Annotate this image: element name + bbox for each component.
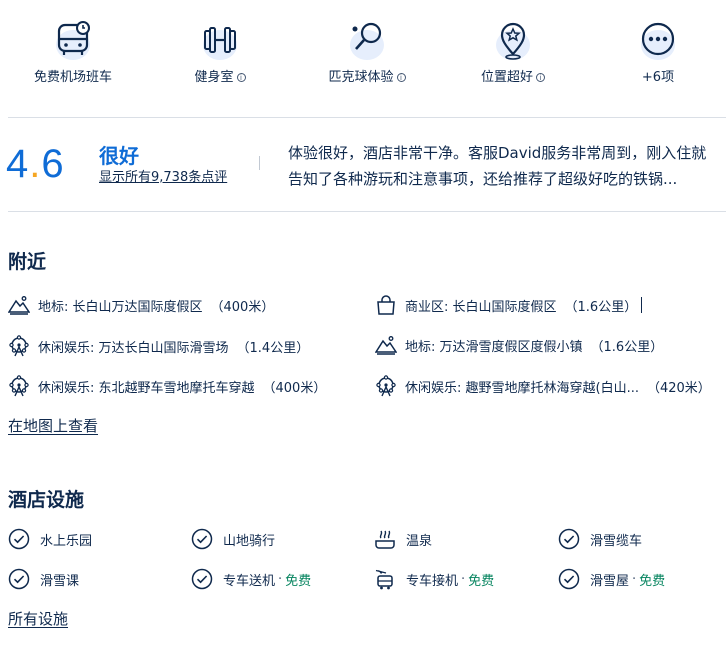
nearby-item: 休闲娱乐: 趣野雪地摩托林海穿越(白山... （420米） (375, 375, 711, 397)
facility-item: 专车接机 · 免费 (374, 568, 494, 590)
highlight-more[interactable]: +6项 (593, 18, 723, 85)
facility-item: 滑雪屋 · 免费 (558, 568, 665, 590)
free-badge: 免费 (639, 573, 666, 589)
ferris-wheel-icon (9, 335, 29, 357)
facility-item: 水上乐园 (8, 528, 92, 550)
highlight-label: 健身室 (194, 70, 234, 85)
free-badge: 免费 (285, 573, 312, 589)
check-circle-icon (191, 528, 213, 550)
info-icon[interactable]: i (236, 73, 246, 82)
facility-item: 滑雪课 (8, 568, 79, 590)
divider (259, 156, 260, 170)
more-icon[interactable] (638, 18, 678, 62)
highlight-airport-shuttle: 免费机场班车 (8, 18, 138, 85)
facilities-title: 酒店设施 (8, 489, 85, 511)
hot-spring-icon (375, 530, 395, 549)
highlight-location: 位置超好 i (448, 18, 578, 85)
nearby-title: 附近 (8, 251, 47, 273)
check-circle-icon (191, 568, 213, 590)
shuttle-bus-icon (56, 21, 90, 60)
text-caret (641, 297, 643, 313)
nearby-item: 休闲娱乐: 东北越野车雪地摩托车穿越 （400米） (8, 375, 326, 397)
check-circle-icon (558, 528, 580, 550)
highlight-label: 匹克球体验 (328, 70, 394, 85)
ferris-wheel-icon (9, 375, 29, 397)
facility-item: 滑雪缆车 (558, 528, 642, 550)
dumbbell-icon (203, 27, 237, 60)
all-facilities-link[interactable]: 所有设施 (8, 608, 68, 629)
highlights-bar: 免费机场班车 健身室 i 匹克球体验 i 位置超好 i +6项 (0, 0, 726, 100)
rating-word: 很好 (99, 144, 139, 168)
airport-shuttle-icon (375, 569, 393, 590)
free-badge: 免费 (468, 573, 495, 589)
check-circle-icon (8, 568, 30, 590)
mountain-icon (375, 336, 397, 355)
paddle-ball-icon (350, 22, 384, 60)
shopping-bag-icon (377, 295, 395, 315)
check-circle-icon (8, 528, 30, 550)
rating-score: 4.6 (6, 142, 65, 186)
all-reviews-link[interactable]: 显示所有9,738条点评 (99, 166, 227, 185)
view-on-map-link[interactable]: 在地图上查看 (8, 415, 98, 436)
highlight-label[interactable]: +6项 (642, 70, 674, 85)
review-snippet[interactable]: 体验很好，酒店非常干净。客服David服务非常周到，刚入住就告知了各种游玩和注意… (288, 140, 718, 192)
nearby-item: 休闲娱乐: 万达长白山国际滑雪场 （1.4公里） (8, 335, 309, 357)
check-circle-icon (558, 568, 580, 590)
highlight-label: 免费机场班车 (33, 70, 112, 85)
highlight-pickleball: 匹克球体验 i (302, 18, 432, 85)
highlight-label: 位置超好 (480, 70, 533, 85)
ferris-wheel-icon (376, 375, 396, 397)
facility-item: 山地骑行 (191, 528, 275, 550)
facility-item: 专车送机 · 免费 (191, 568, 311, 590)
info-icon[interactable]: i (396, 73, 406, 82)
divider (8, 117, 726, 118)
nearby-item: 商业区: 长白山国际度假区 （1.6公里） (375, 295, 643, 315)
highlight-gym: 健身室 i (155, 18, 285, 85)
nearby-item: 地标: 万达滑雪度假区度假小镇 （1.6公里） (375, 335, 663, 355)
nearby-item: 地标: 长白山万达国际度假区 （400米） (8, 295, 274, 315)
mountain-icon (8, 296, 30, 315)
facility-item: 温泉 (374, 528, 432, 550)
divider (8, 211, 726, 212)
info-icon[interactable]: i (536, 73, 545, 82)
location-star-icon (496, 22, 530, 60)
